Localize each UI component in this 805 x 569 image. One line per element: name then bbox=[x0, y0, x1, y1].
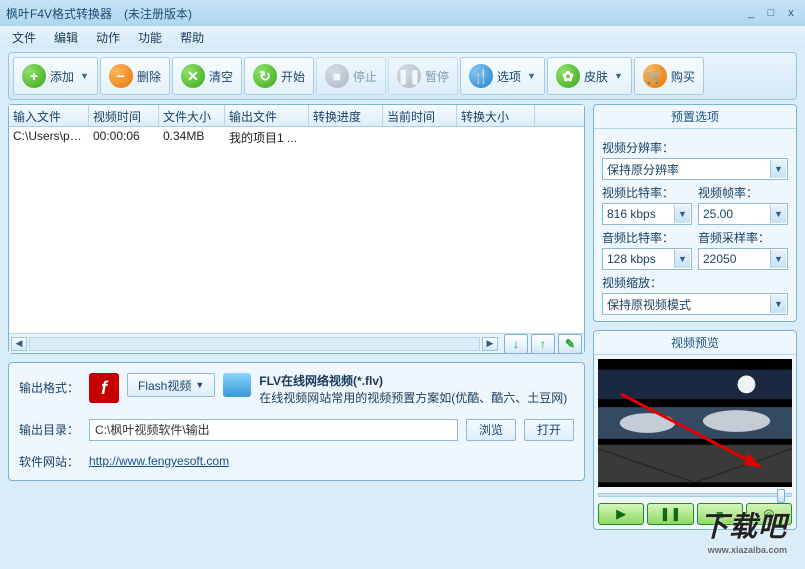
menu-function[interactable]: 功能 bbox=[130, 27, 170, 48]
titlebar: 枫叶F4V格式转换器 (未注册版本) _ □ x bbox=[0, 0, 805, 26]
video-bitrate-select[interactable]: 816 kbps▼ bbox=[602, 203, 692, 225]
resolution-select[interactable]: 保持原分辨率▼ bbox=[602, 158, 788, 180]
audio-bitrate-select[interactable]: 128 kbps▼ bbox=[602, 248, 692, 270]
minimize-button[interactable]: _ bbox=[743, 6, 759, 20]
table-row[interactable]: C:\Users\pc\... 00:00:06 0.34MB 我的项目1 ..… bbox=[9, 127, 584, 147]
edit-button[interactable]: ✎ bbox=[558, 334, 582, 354]
toolbar-icon: ↻ bbox=[253, 64, 277, 88]
menu-help[interactable]: 帮助 bbox=[172, 27, 212, 48]
audio-samplerate-select[interactable]: 22050▼ bbox=[698, 248, 788, 270]
toolbar-icon: 🍴 bbox=[469, 64, 493, 88]
add-button[interactable]: +添加▼ bbox=[13, 57, 98, 95]
output-dir-label: 输出目录： bbox=[19, 421, 81, 438]
grid-body[interactable]: C:\Users\pc\... 00:00:06 0.34MB 我的项目1 ..… bbox=[9, 127, 584, 333]
grid-header: 输入文件 视频时间 文件大小 输出文件 转换进度 当前时间 转换大小 bbox=[9, 105, 584, 127]
toolbar-icon: ✕ bbox=[181, 64, 205, 88]
grid-hscroll: ◀ ▶ ↓ ↑ ✎ bbox=[9, 333, 584, 353]
toolbar-icon: ❚❚ bbox=[397, 64, 421, 88]
chevron-down-icon: ▼ bbox=[80, 71, 89, 81]
play-button[interactable]: ▶ bbox=[598, 503, 644, 525]
preview-area[interactable] bbox=[598, 359, 792, 487]
close-button[interactable]: x bbox=[783, 6, 799, 20]
stop-button: ■停止 bbox=[316, 57, 386, 95]
browse-button[interactable]: 浏览 bbox=[466, 419, 516, 441]
file-grid-panel: 输入文件 视频时间 文件大小 输出文件 转换进度 当前时间 转换大小 C:\Us… bbox=[8, 104, 585, 354]
output-dir-input[interactable] bbox=[89, 419, 458, 441]
preview-slider[interactable] bbox=[598, 493, 792, 497]
pause-button: ❚❚暂停 bbox=[388, 57, 458, 95]
site-link[interactable]: http://www.fengyesoft.com bbox=[89, 454, 229, 468]
delete-button[interactable]: −删除 bbox=[100, 57, 170, 95]
start-button[interactable]: ↻开始 bbox=[244, 57, 314, 95]
menu-file[interactable]: 文件 bbox=[4, 27, 44, 48]
scroll-track[interactable] bbox=[29, 337, 480, 351]
scale-label: 视频缩放： bbox=[602, 274, 788, 291]
folder-icon bbox=[223, 373, 251, 397]
menu-action[interactable]: 动作 bbox=[88, 27, 128, 48]
asr-label: 音频采样率： bbox=[698, 229, 788, 246]
abr-label: 音频比特率： bbox=[602, 229, 692, 246]
format-description: FLV在线网络视频(*.flv) 在线视频网站常用的视频预置方案如(优酷、酷六、… bbox=[259, 373, 567, 407]
output-format-label: 输出格式： bbox=[19, 373, 81, 396]
maximize-button[interactable]: □ bbox=[763, 6, 779, 20]
reg-status: (未注册版本) bbox=[124, 5, 192, 22]
preview-panel: 视频预览 bbox=[593, 330, 797, 530]
toolbar-icon: 🛒 bbox=[643, 64, 667, 88]
menu-edit[interactable]: 编辑 bbox=[46, 27, 86, 48]
site-label: 软件网站： bbox=[19, 453, 81, 470]
toolbar-icon: − bbox=[109, 64, 133, 88]
move-up-button[interactable]: ↑ bbox=[531, 334, 555, 354]
toolbar-icon: ✿ bbox=[556, 64, 580, 88]
scroll-right-button[interactable]: ▶ bbox=[482, 337, 498, 351]
skin-button[interactable]: ✿皮肤▼ bbox=[547, 57, 632, 95]
buy-button[interactable]: 🛒购买 bbox=[634, 57, 704, 95]
chevron-down-icon: ▼ bbox=[527, 71, 536, 81]
toolbar: +添加▼−删除✕清空↻开始■停止❚❚暂停🍴选项▼✿皮肤▼🛒购买 bbox=[8, 52, 797, 100]
move-down-button[interactable]: ↓ bbox=[504, 334, 528, 354]
chevron-down-icon: ▼ bbox=[770, 205, 786, 223]
slider-thumb[interactable] bbox=[777, 489, 785, 503]
pause-preview-button[interactable]: ❚❚ bbox=[647, 503, 693, 525]
chevron-down-icon: ▼ bbox=[770, 295, 786, 313]
flash-icon: f bbox=[89, 373, 119, 403]
menubar: 文件 编辑 动作 功能 帮助 bbox=[0, 26, 805, 48]
clear-button[interactable]: ✕清空 bbox=[172, 57, 242, 95]
res-label: 视频分辨率： bbox=[602, 139, 788, 156]
framerate-select[interactable]: 25.00▼ bbox=[698, 203, 788, 225]
chevron-down-icon: ▼ bbox=[614, 71, 623, 81]
output-format-button[interactable]: Flash视频▼ bbox=[127, 373, 215, 397]
chevron-down-icon: ▼ bbox=[770, 250, 786, 268]
app-title: 枫叶F4V格式转换器 bbox=[6, 5, 112, 22]
chevron-down-icon: ▼ bbox=[674, 250, 690, 268]
preset-title: 预置选项 bbox=[594, 105, 796, 129]
toolbar-icon: + bbox=[22, 64, 46, 88]
fps-label: 视频帧率： bbox=[698, 184, 788, 201]
watermark: 下载吧 www.xiazaiba.com bbox=[700, 505, 787, 555]
chevron-down-icon: ▼ bbox=[674, 205, 690, 223]
chevron-down-icon: ▼ bbox=[770, 160, 786, 178]
options-button[interactable]: 🍴选项▼ bbox=[460, 57, 545, 95]
open-button[interactable]: 打开 bbox=[524, 419, 574, 441]
preview-title: 视频预览 bbox=[594, 331, 796, 355]
vbr-label: 视频比特率： bbox=[602, 184, 692, 201]
toolbar-icon: ■ bbox=[325, 64, 349, 88]
preset-panel: 预置选项 视频分辨率： 保持原分辨率▼ 视频比特率： 816 kbps▼ 视频帧… bbox=[593, 104, 797, 322]
output-panel: 输出格式： f Flash视频▼ FLV在线网络视频(*.flv) 在线视频网站… bbox=[8, 362, 585, 481]
scale-select[interactable]: 保持原视频模式▼ bbox=[602, 293, 788, 315]
scroll-left-button[interactable]: ◀ bbox=[11, 337, 27, 351]
